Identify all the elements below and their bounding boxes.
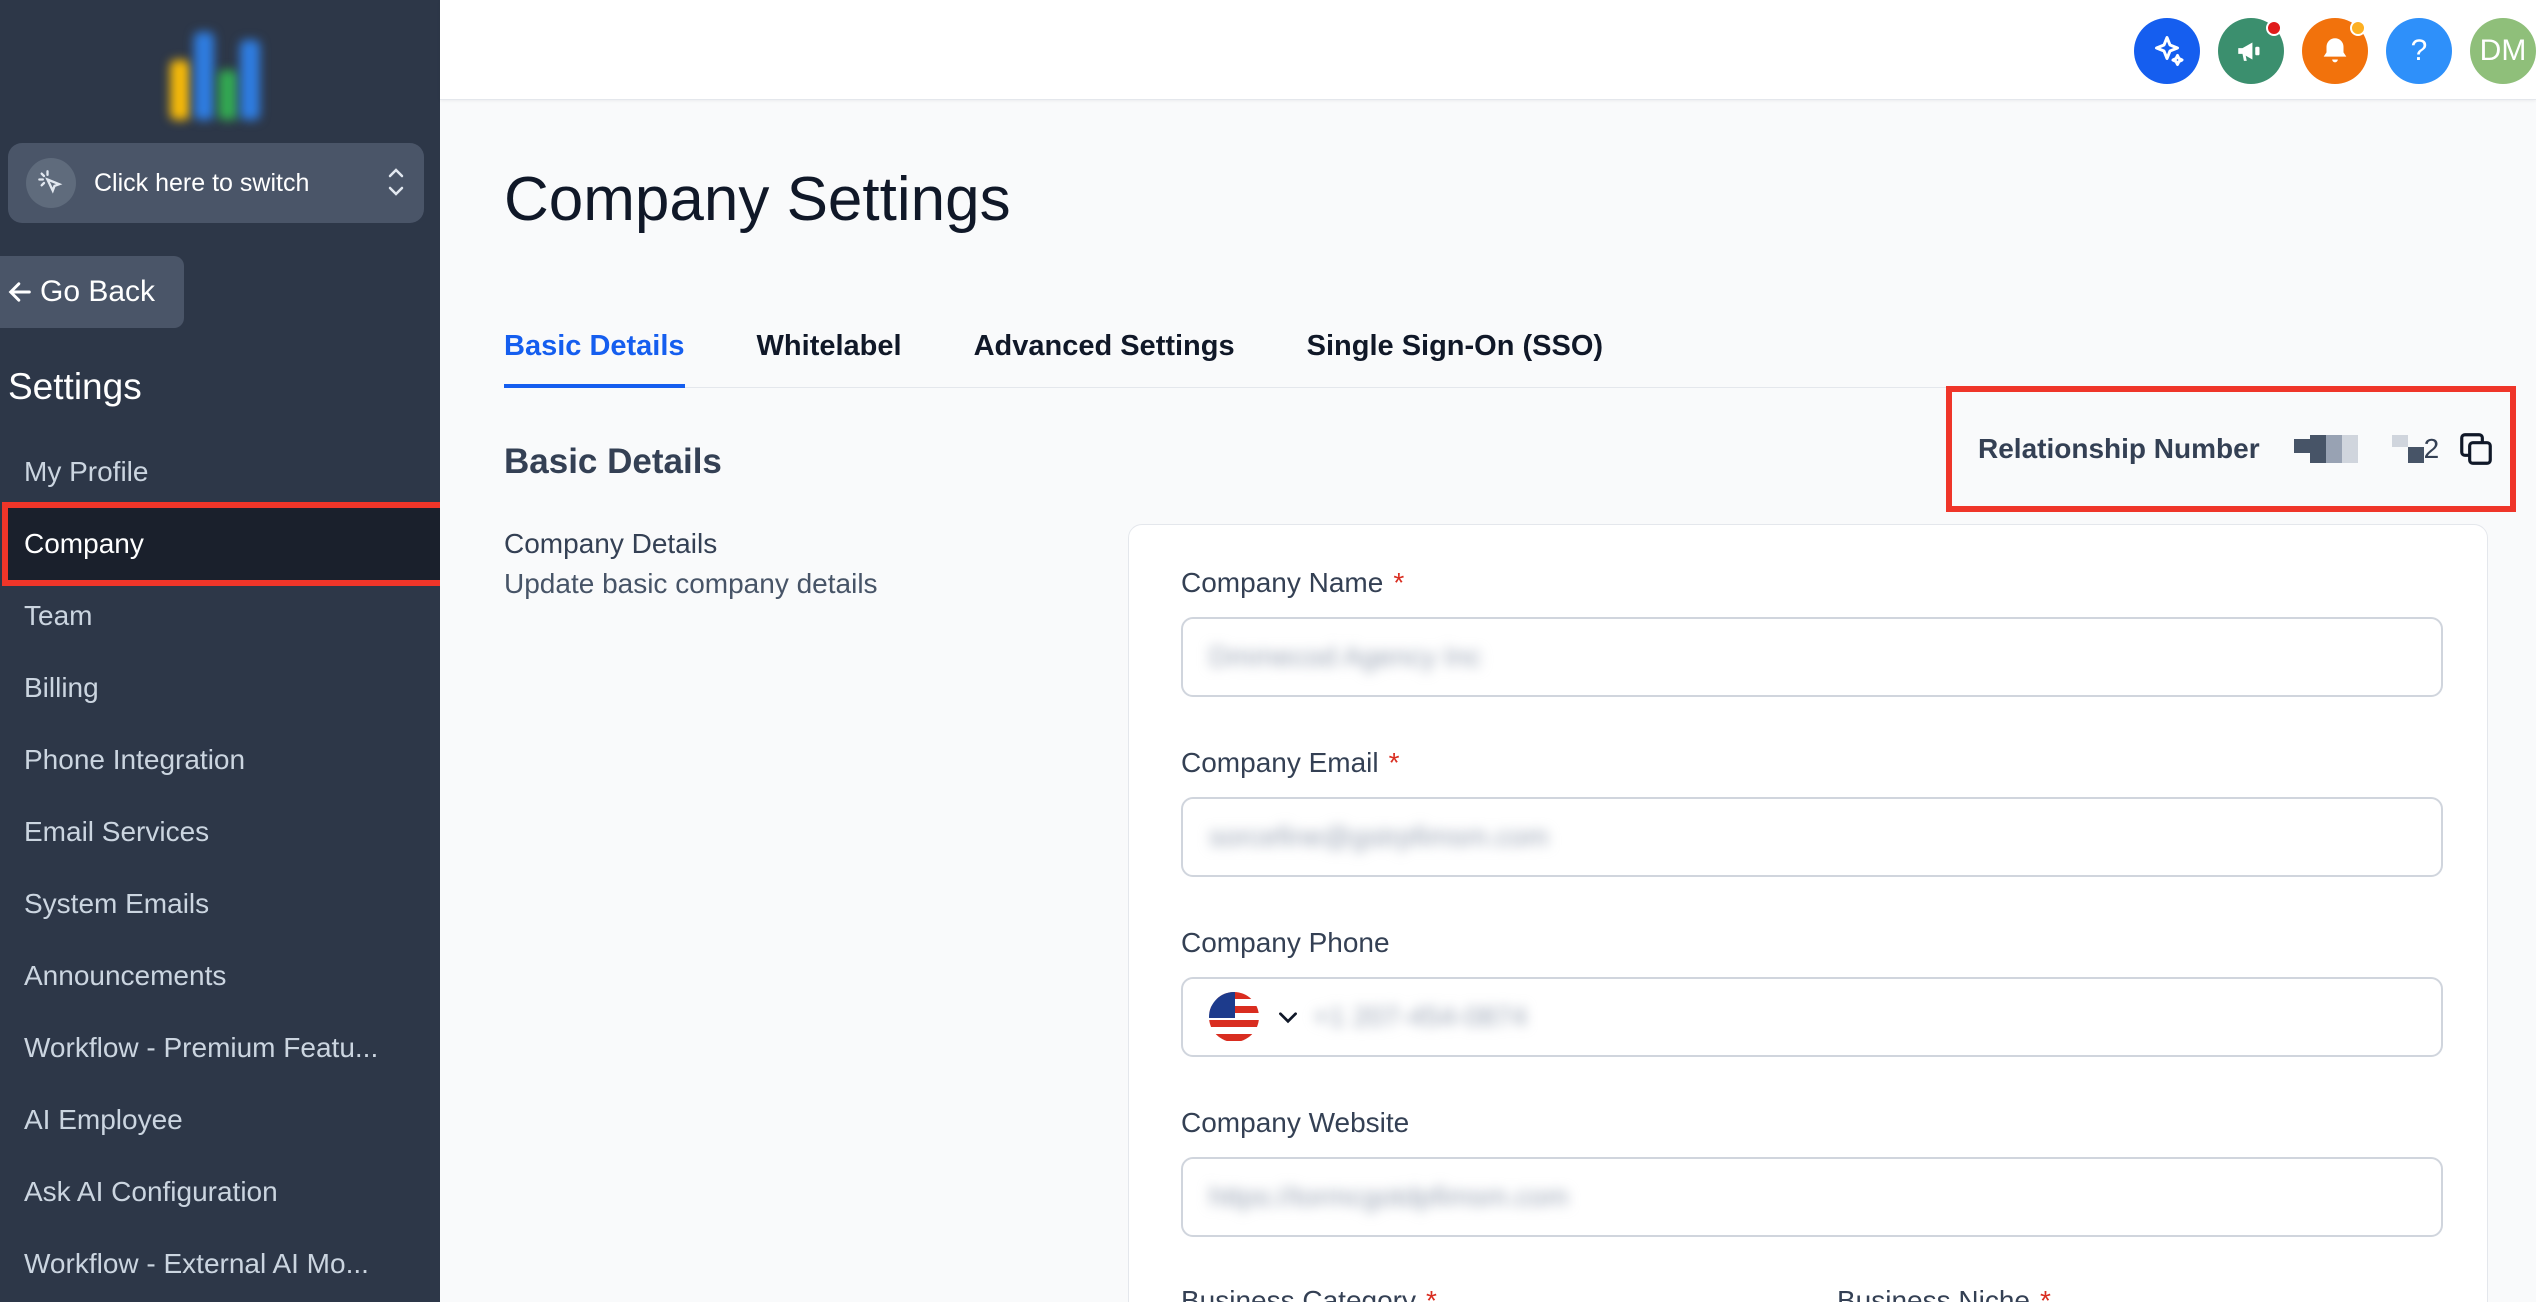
bell-icon[interactable]	[2302, 18, 2368, 84]
settings-heading: Settings	[8, 366, 142, 407]
company-email-label: Company Email *	[1181, 747, 1400, 778]
sidebar-item-billing[interactable]: Billing	[0, 652, 440, 724]
company-email-value: sorcefine@gstrpfimsm.com	[1209, 821, 1549, 852]
help-glyph: ?	[2410, 34, 2428, 67]
company-details-heading: Company Details	[504, 528, 718, 559]
company-name-value: Dmmecod Agency Inc	[1209, 641, 1482, 672]
account-switcher[interactable]: Click here to switch	[8, 143, 424, 223]
header-actions: ? DM	[2134, 18, 2536, 84]
company-phone-field: Company Phone +1 207-454-0874	[1181, 927, 2443, 1057]
sidebar-item-ai-employee[interactable]: AI Employee	[0, 1084, 440, 1156]
company-name-input[interactable]: Dmmecod Agency Inc	[1181, 617, 2443, 697]
tab-single-sign-on[interactable]: Single Sign-On (SSO)	[1307, 318, 1603, 388]
section-title: Basic Details	[504, 442, 722, 481]
company-name-label: Company Name *	[1181, 567, 1405, 598]
sidebar-item-workflow-premium[interactable]: Workflow - Premium Featu...	[0, 1012, 440, 1084]
relationship-number-suffix: 2	[2423, 433, 2440, 464]
company-website-value: https://tormcgotdpfimsm.com	[1209, 1181, 1569, 1212]
tab-advanced-settings[interactable]: Advanced Settings	[974, 318, 1235, 388]
sidebar-item-announcements[interactable]: Announcements	[0, 940, 440, 1012]
redacted-value-tail	[2391, 435, 2424, 463]
business-labels-row: Business Category * Business Niche *	[1181, 1285, 2443, 1302]
go-back-button[interactable]: Go Back	[0, 256, 184, 328]
sidebar-item-email-services[interactable]: Email Services	[0, 796, 440, 868]
pointer-click-icon	[26, 158, 76, 208]
relationship-number-box: Relationship Number 2	[1946, 386, 2516, 512]
company-phone-label: Company Phone	[1181, 927, 1390, 958]
settings-nav: My Profile Company Team Billing Phone In…	[0, 436, 440, 1300]
avatar[interactable]: DM	[2470, 18, 2536, 84]
avatar-initials: DM	[2479, 34, 2527, 67]
relationship-number-label: Relationship Number	[1978, 433, 2260, 464]
sidebar: Click here to switch Go Back Settings My…	[0, 0, 440, 1302]
business-niche-label: Business Niche *	[1837, 1285, 2051, 1302]
brand-logo	[166, 28, 266, 120]
business-category-label: Business Category *	[1181, 1285, 1437, 1302]
settings-tabs: Basic Details Whitelabel Advanced Settin…	[504, 318, 2504, 388]
copy-icon[interactable]	[2457, 430, 2495, 468]
chevron-up-down-icon	[386, 165, 406, 201]
page-title: Company Settings	[504, 165, 1011, 234]
company-details-description: Update basic company details	[504, 568, 878, 599]
go-back-label: Go Back	[40, 275, 156, 308]
company-phone-input[interactable]: +1 207-454-0874	[1181, 977, 2443, 1057]
tab-whitelabel[interactable]: Whitelabel	[757, 318, 902, 388]
sidebar-item-ask-ai-configuration[interactable]: Ask AI Configuration	[0, 1156, 440, 1228]
sidebar-item-company[interactable]: Company	[2, 502, 440, 586]
us-flag-icon[interactable]	[1209, 992, 1259, 1042]
company-details-card: Company Name * Dmmecod Agency Inc Company…	[1128, 524, 2488, 1302]
chevron-down-icon[interactable]	[1275, 1004, 1301, 1030]
company-name-field: Company Name * Dmmecod Agency Inc	[1181, 567, 2443, 697]
sparkle-icon[interactable]	[2134, 18, 2200, 84]
company-website-input[interactable]: https://tormcgotdpfimsm.com	[1181, 1157, 2443, 1237]
sidebar-item-workflow-external-ai[interactable]: Workflow - External AI Mo...	[0, 1228, 440, 1300]
company-website-field: Company Website https://tormcgotdpfimsm.…	[1181, 1107, 2443, 1237]
company-website-label: Company Website	[1181, 1107, 1410, 1138]
megaphone-icon[interactable]	[2218, 18, 2284, 84]
switcher-label: Click here to switch	[94, 168, 310, 197]
help-icon[interactable]: ?	[2386, 18, 2452, 84]
megaphone-badge	[2266, 20, 2282, 36]
company-email-input[interactable]: sorcefine@gstrpfimsm.com	[1181, 797, 2443, 877]
sidebar-item-system-emails[interactable]: System Emails	[0, 868, 440, 940]
sidebar-item-my-profile[interactable]: My Profile	[0, 436, 440, 508]
sidebar-item-phone-integration[interactable]: Phone Integration	[0, 724, 440, 796]
relationship-number-value: 2	[2293, 433, 2440, 465]
sidebar-item-team[interactable]: Team	[0, 580, 440, 652]
company-phone-value: +1 207-454-0874	[1313, 1001, 1528, 1032]
bell-badge	[2350, 20, 2366, 36]
redacted-value	[2293, 435, 2358, 463]
top-header: ? DM	[440, 0, 2536, 100]
arrow-left-icon	[8, 282, 31, 302]
tab-basic-details[interactable]: Basic Details	[504, 318, 685, 388]
company-email-field: Company Email * sorcefine@gstrpfimsm.com	[1181, 747, 2443, 877]
